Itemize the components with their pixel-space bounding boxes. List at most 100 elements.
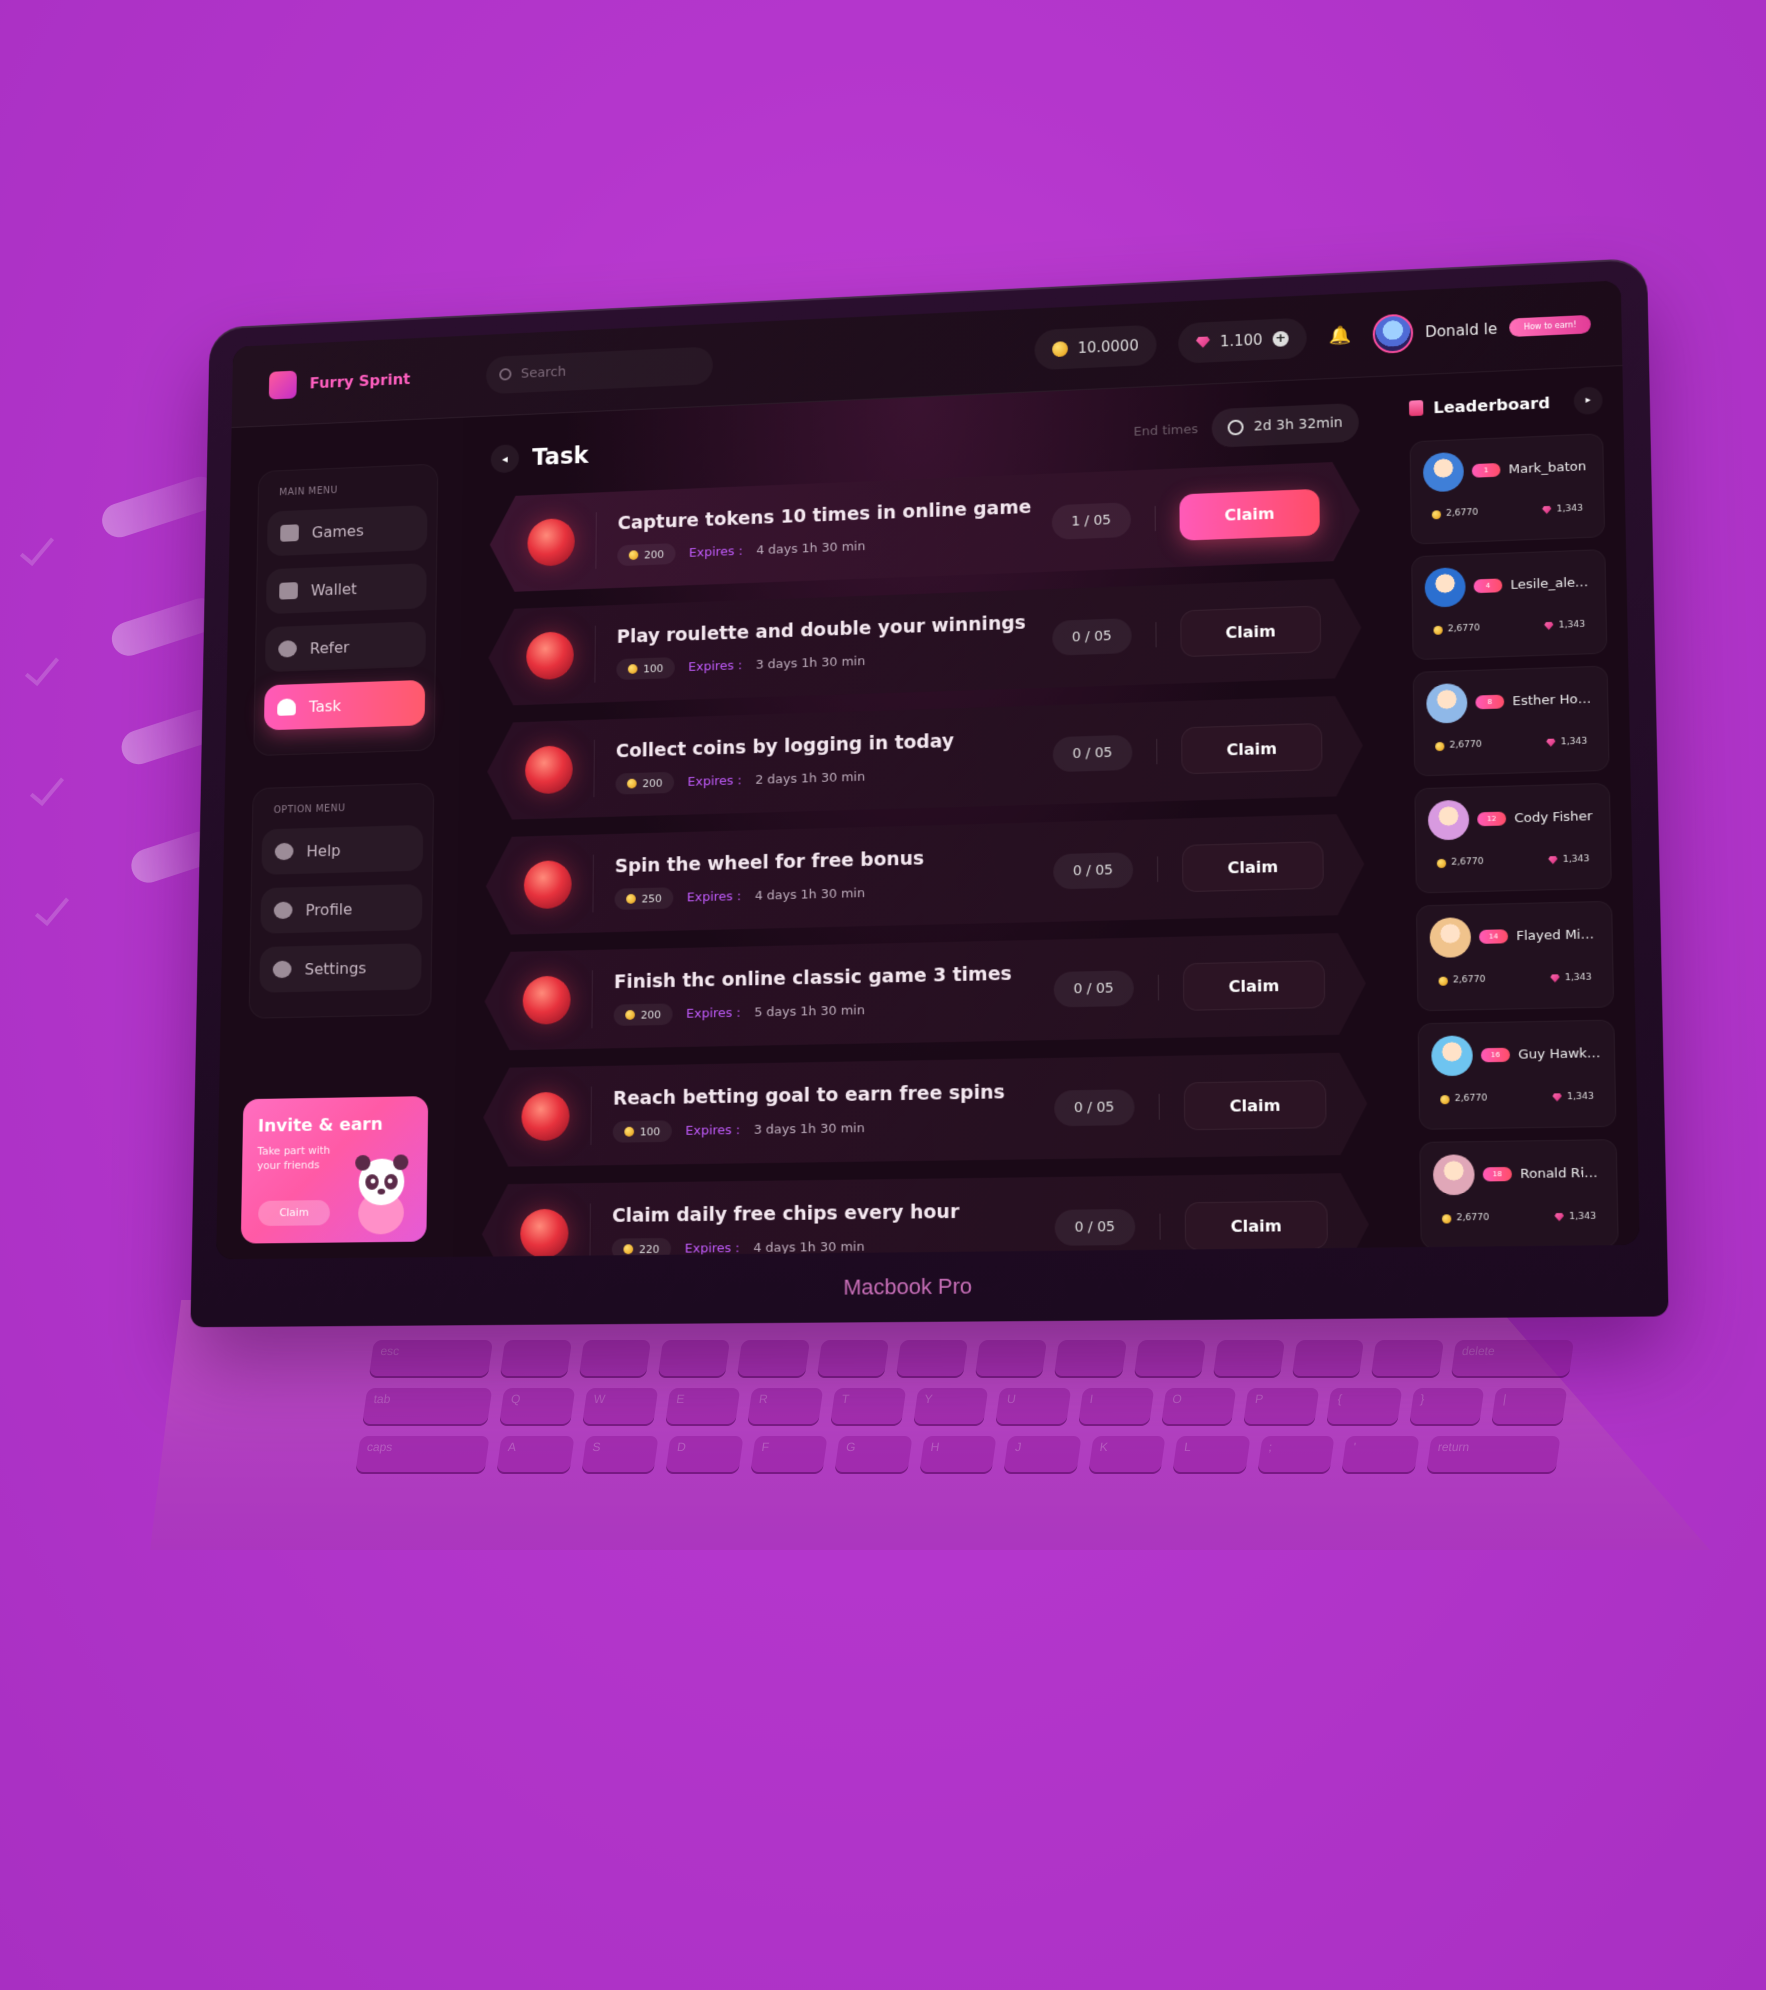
- leaderboard-card[interactable]: 14 Flayed Mines 2,6770 1,343: [1416, 901, 1614, 1011]
- task-icon: [277, 698, 296, 716]
- player-stats: 2,6770 1,343: [1424, 503, 1592, 519]
- player-gems: 1,343: [1554, 1212, 1596, 1223]
- user-menu[interactable]: Donald le How to earn!: [1372, 305, 1591, 354]
- keyboard-key: O: [1161, 1388, 1237, 1426]
- divider: [1159, 1214, 1160, 1240]
- task-reward-value: 200: [641, 1008, 661, 1021]
- keyboard-key: [658, 1340, 731, 1378]
- gem-icon: [1196, 336, 1210, 348]
- task-reward: 200: [615, 772, 674, 795]
- search-icon: [499, 368, 511, 381]
- leaderboard-card-top: 8 Esther Howard: [1426, 679, 1595, 724]
- app-logo[interactable]: Furry Sprint: [232, 363, 454, 401]
- divider: [1155, 622, 1156, 647]
- task-title: Collect coins by logging in today: [616, 727, 1053, 762]
- sidebar: MAIN MENU Games Wallet Refer Task OPTION…: [216, 418, 463, 1260]
- divider: [590, 1087, 591, 1145]
- player-name: Guy Hawkins: [1518, 1046, 1601, 1063]
- expires-value: 3 days 1h 30 min: [754, 1121, 865, 1137]
- avatar: [1428, 800, 1470, 841]
- gem-balance[interactable]: 1.100 +: [1178, 317, 1307, 363]
- player-coins: 2,6770: [1435, 740, 1482, 751]
- keyboard-key: G: [834, 1436, 912, 1474]
- leaderboard-card[interactable]: 1 Mark_baton 2,6770 1,343: [1410, 433, 1606, 544]
- divider: [589, 1204, 590, 1257]
- expires-value: 4 days 1h 30 min: [755, 886, 865, 903]
- clock-icon: [1228, 419, 1244, 435]
- sidebar-item-settings[interactable]: Settings: [259, 943, 421, 992]
- player-name: Ronald Richar...: [1520, 1165, 1604, 1181]
- main-menu-caption: MAIN MENU: [268, 482, 428, 499]
- coin-balance[interactable]: 10.0000: [1034, 324, 1156, 370]
- leaderboard-next-button[interactable]: ▸: [1574, 386, 1603, 415]
- task-title: Finish thc online classic game 3 times: [614, 962, 1054, 993]
- task-progress: 1 / 05: [1051, 502, 1131, 540]
- divider: [1155, 506, 1156, 531]
- keyboard-key: [1292, 1340, 1365, 1378]
- task-title: Capture tokens 10 times in online game: [618, 496, 1052, 534]
- keyboard-key: F: [750, 1436, 828, 1474]
- back-button[interactable]: ◂: [491, 444, 520, 473]
- claim-button[interactable]: Claim: [1185, 1201, 1328, 1251]
- leaderboard-card-top: 1 Mark_baton: [1423, 447, 1591, 493]
- add-gems-button[interactable]: +: [1272, 330, 1288, 346]
- leaderboard-card[interactable]: 12 Cody Fisher 2,6770 1,343: [1414, 783, 1612, 894]
- leaderboard-card[interactable]: 16 Guy Hawkins 2,6770 1,343: [1418, 1020, 1617, 1130]
- invite-card: Invite & earn Take part with your friend…: [241, 1096, 428, 1244]
- countdown-timer: 2d 3h 32min: [1212, 403, 1359, 448]
- keyboard-key: L: [1173, 1436, 1251, 1474]
- sidebar-item-help[interactable]: Help: [261, 825, 423, 875]
- bell-icon[interactable]: 🔔: [1328, 325, 1350, 347]
- claim-button[interactable]: Claim: [1180, 606, 1321, 658]
- player-coins-value: 2,6770: [1451, 857, 1484, 868]
- claim-button[interactable]: Claim: [1182, 841, 1324, 892]
- gem-icon: [1544, 622, 1553, 630]
- sidebar-item-task[interactable]: Task: [264, 680, 425, 731]
- player-gems-value: 1,343: [1569, 1212, 1596, 1222]
- task-meta: 100 Expires : 3 days 1h 30 min: [616, 644, 1052, 680]
- leaderboard-card-top: 12 Cody Fisher: [1428, 796, 1598, 840]
- sidebar-item-wallet[interactable]: Wallet: [266, 563, 427, 614]
- leaderboard-card[interactable]: 4 Lesile_alexnd... 2,6770 1,343: [1411, 549, 1607, 660]
- background-check: [25, 650, 59, 686]
- leaderboard-card[interactable]: 18 Ronald Richar... 2,6770 1,343: [1419, 1139, 1619, 1247]
- player-coins: 2,6770: [1439, 975, 1486, 986]
- keyboard-key: caps: [355, 1436, 489, 1474]
- leaderboard: Leaderboard ▸ 1 Mark_baton 2,6770 1,343 4 Les…: [1388, 366, 1639, 1247]
- end-times-label: End times: [1134, 422, 1199, 439]
- player-coins-value: 2,6770: [1455, 1093, 1488, 1104]
- search-input[interactable]: Search: [486, 346, 713, 394]
- expires-value: 5 days 1h 30 min: [754, 1003, 865, 1020]
- how-to-earn-button[interactable]: How to earn!: [1509, 315, 1591, 337]
- keyboard-key: [1371, 1340, 1444, 1378]
- claim-button[interactable]: Claim: [1183, 960, 1325, 1011]
- sidebar-item-profile[interactable]: Profile: [260, 884, 422, 934]
- refer-icon: [278, 640, 297, 658]
- leaderboard-card[interactable]: 8 Esther Howard 2,6770 1,343: [1413, 666, 1610, 777]
- sidebar-item-label: Wallet: [311, 579, 357, 599]
- task-meta: 220 Expires : 4 days 1h 30 min: [612, 1234, 1055, 1257]
- claim-button[interactable]: Claim: [1184, 1080, 1327, 1130]
- claim-button[interactable]: Claim: [1181, 723, 1322, 774]
- player-gems: 1,343: [1550, 973, 1592, 984]
- sidebar-item-games[interactable]: Games: [267, 505, 428, 556]
- divider: [1157, 856, 1158, 882]
- task-body: Reach betting goal to earn free spins 100…: [613, 1081, 1054, 1143]
- keyboard-key: I: [1078, 1388, 1154, 1426]
- keyboard-key: [1133, 1340, 1206, 1378]
- task-reward-icon: [521, 1092, 569, 1141]
- coin-icon: [624, 1127, 634, 1137]
- sidebar-item-refer[interactable]: Refer: [265, 621, 426, 672]
- task-meta: 200 Expires :2 days 1h 30 min: [615, 761, 1052, 795]
- invite-claim-button[interactable]: Claim: [258, 1200, 330, 1226]
- background-check: [20, 530, 54, 566]
- help-icon: [275, 843, 294, 861]
- task-reward-value: 200: [644, 548, 664, 561]
- player-coins: 2,6770: [1433, 623, 1480, 634]
- claim-button[interactable]: Claim: [1179, 489, 1319, 541]
- coin-icon: [1439, 976, 1448, 985]
- task-reward-value: 200: [642, 776, 662, 789]
- keyboard-key: }: [1409, 1388, 1485, 1426]
- keyboard-key: A: [496, 1436, 574, 1474]
- player-coins: 2,6770: [1432, 508, 1478, 520]
